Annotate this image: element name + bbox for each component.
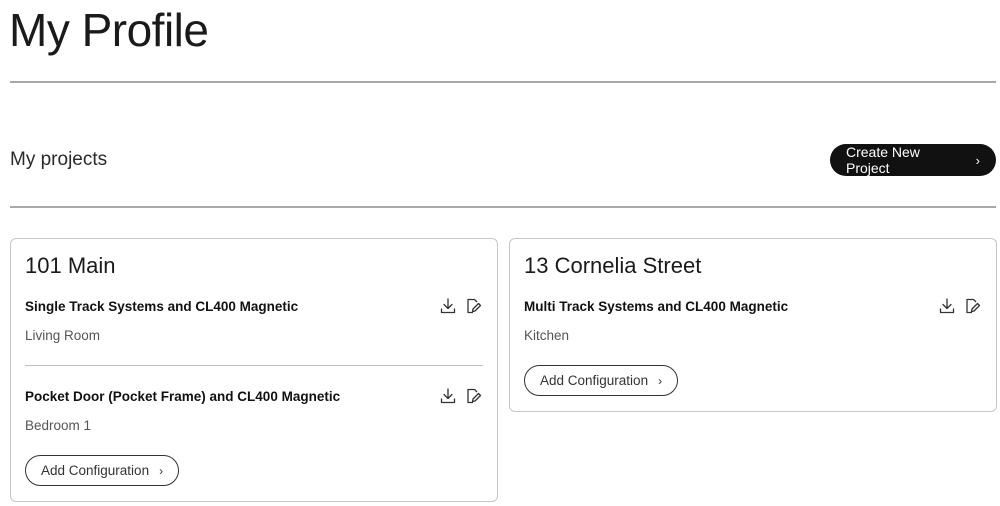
download-icon[interactable] [938,297,956,315]
configuration-room: Kitchen [524,328,570,343]
edit-icon[interactable] [465,387,483,405]
header-divider [10,81,996,83]
configuration-item: Multi Track Systems and CL400 Magnetic K… [524,297,982,343]
project-card: 13 Cornelia Street Multi Track Systems a… [509,238,997,412]
edit-icon[interactable] [964,297,982,315]
chevron-right-icon: › [975,152,980,168]
configuration-divider [25,365,483,366]
project-name: 13 Cornelia Street [524,253,702,278]
project-name: 101 Main [25,253,116,278]
configuration-name: Single Track Systems and CL400 Magnetic [25,299,299,314]
configuration-room: Living Room [25,328,101,343]
configuration-name: Pocket Door (Pocket Frame) and CL400 Mag… [25,389,341,404]
page-title: My Profile [9,4,209,56]
section-title: My projects [10,149,108,170]
configuration-item: Single Track Systems and CL400 Magnetic … [25,297,483,343]
chevron-right-icon: › [658,373,663,388]
configuration-room: Bedroom 1 [25,418,92,433]
chevron-right-icon: › [159,463,164,478]
download-icon[interactable] [439,387,457,405]
add-configuration-label: Add Configuration [540,373,649,388]
add-configuration-button[interactable]: Add Configuration › [524,365,679,396]
configuration-item: Pocket Door (Pocket Frame) and CL400 Mag… [25,387,483,433]
configuration-name: Multi Track Systems and CL400 Magnetic [524,299,789,314]
add-configuration-button[interactable]: Add Configuration › [25,455,180,486]
create-new-project-button[interactable]: Create New Project › [830,144,996,176]
create-new-project-label: Create New Project [846,144,920,176]
download-icon[interactable] [439,297,457,315]
project-card: 101 Main Single Track Systems and CL400 … [10,238,498,502]
edit-icon[interactable] [465,297,483,315]
section-divider [10,206,996,208]
add-configuration-label: Add Configuration [41,463,150,478]
